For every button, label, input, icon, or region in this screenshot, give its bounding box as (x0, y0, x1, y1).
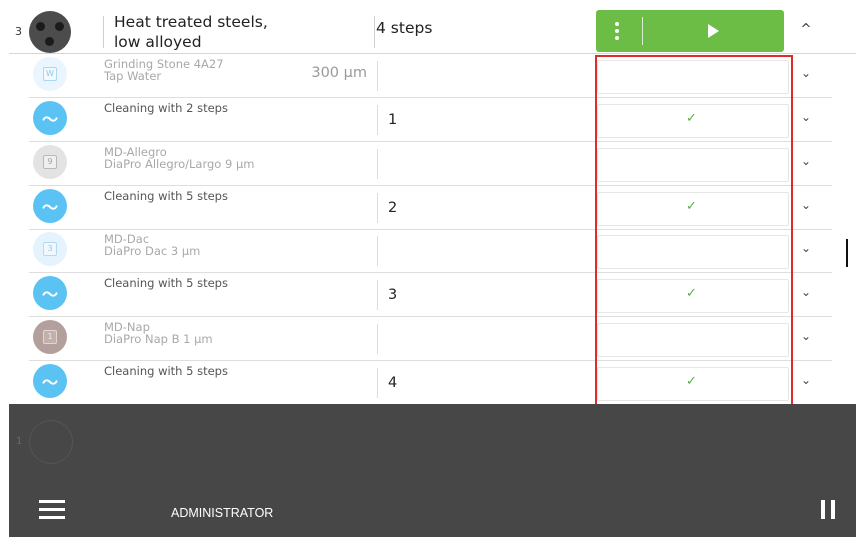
collapse-chevron-up-icon[interactable]: ^ (799, 22, 813, 37)
bottom-bar: 1 ADMINISTRATOR (9, 404, 856, 537)
step-title: Cleaning with 5 steps (104, 276, 228, 290)
disc-icon: 9 (33, 145, 67, 179)
step-row[interactable]: Cleaning with 5 steps 3 ✓ ⌄ (29, 273, 832, 317)
checkmark-icon: ✓ (686, 199, 697, 214)
row-divider (377, 105, 378, 135)
step-status-cell[interactable] (597, 60, 789, 94)
row-divider (377, 61, 378, 91)
step-title: Cleaning with 2 steps (104, 101, 228, 115)
row-divider (377, 368, 378, 398)
step-row[interactable]: 3 MD-Dac DiaPro Dac 3 µm ⌄ (29, 229, 832, 273)
method-header: 3 Heat treated steels, low alloyed 4 ste… (9, 9, 856, 54)
step-title: Cleaning with 5 steps (104, 189, 228, 203)
row-divider (377, 324, 378, 354)
checkmark-icon: ✓ (686, 374, 697, 389)
play-icon (708, 24, 719, 38)
step-count: 4 steps (376, 19, 433, 37)
grit-badge: 1 (43, 330, 57, 344)
step-row[interactable]: Cleaning with 5 steps 4 ✓ ⌄ (29, 361, 832, 405)
step-row[interactable]: 1 MD-Nap DiaPro Nap B 1 µm ⌄ (29, 317, 832, 361)
method-menu-button[interactable] (596, 10, 642, 52)
checkmark-icon: ✓ (686, 286, 697, 301)
step-status-cell[interactable]: ✓ (597, 279, 789, 313)
step-row[interactable]: Cleaning with 2 steps 1 ✓ ⌄ (29, 98, 832, 142)
step-subtitle: DiaPro Dac 3 µm (104, 244, 201, 258)
ghost-holder-icon (29, 420, 73, 464)
method-title-line2: low alloyed (114, 33, 202, 51)
checkmark-icon: ✓ (686, 111, 697, 126)
step-subtitle: DiaPro Nap B 1 µm (104, 332, 213, 346)
ghost-method-number: 1 (16, 436, 23, 447)
grit-badge: 9 (43, 155, 57, 169)
header-divider (374, 16, 375, 48)
method-title-line1: Heat treated steels, (114, 13, 268, 31)
expand-chevron-down-icon[interactable]: ⌄ (799, 329, 813, 343)
wave-icon (33, 101, 67, 135)
header-divider (103, 16, 104, 48)
step-row[interactable]: 9 MD-Allegro DiaPro Allegro/Largo 9 µm ⌄ (29, 142, 832, 186)
wave-icon (33, 276, 67, 310)
expand-chevron-down-icon[interactable]: ⌄ (799, 198, 813, 212)
row-divider (377, 193, 378, 223)
step-row[interactable]: W Grinding Stone 4A27 Tap Water 300 µm ⌄ (29, 54, 832, 98)
expand-chevron-down-icon[interactable]: ⌄ (799, 154, 813, 168)
step-subtitle: DiaPro Allegro/Largo 9 µm (104, 157, 255, 171)
step-row[interactable]: Cleaning with 5 steps 2 ✓ ⌄ (29, 186, 832, 230)
step-status-cell[interactable] (597, 235, 789, 269)
step-subtitle: Tap Water (104, 69, 162, 83)
step-status-cell[interactable]: ✓ (597, 192, 789, 226)
step-number: 1 (388, 112, 398, 128)
step-number: 3 (388, 287, 398, 303)
hamburger-menu-icon[interactable] (39, 500, 65, 519)
wave-icon (33, 189, 67, 223)
expand-chevron-down-icon[interactable]: ⌄ (799, 285, 813, 299)
wave-icon (33, 364, 67, 398)
grit-badge: W (43, 67, 57, 81)
disc-icon: 3 (33, 232, 67, 266)
disc-icon: 1 (33, 320, 67, 354)
user-label: ADMINISTRATOR (171, 506, 274, 520)
method-number: 3 (15, 25, 22, 38)
grit-badge: 3 (43, 242, 57, 256)
water-disc-icon: W (33, 57, 67, 91)
step-status-cell[interactable]: ✓ (597, 104, 789, 138)
removal-amount: 300 µm (311, 65, 367, 81)
expand-chevron-down-icon[interactable]: ⌄ (799, 66, 813, 80)
step-list: WGrinding Stone 4A27Tap Water300 µm⌄Clea… (9, 54, 856, 405)
step-status-cell[interactable]: ✓ (597, 367, 789, 401)
specimen-holder-icon (29, 11, 71, 53)
row-divider (377, 280, 378, 310)
scroll-indicator[interactable] (846, 239, 848, 267)
step-status-cell[interactable] (597, 148, 789, 182)
expand-chevron-down-icon[interactable]: ⌄ (799, 373, 813, 387)
pause-icon[interactable] (821, 500, 835, 519)
step-title: Cleaning with 5 steps (104, 364, 228, 378)
row-divider (377, 149, 378, 179)
more-vertical-icon (615, 22, 619, 43)
row-divider (377, 236, 378, 266)
expand-chevron-down-icon[interactable]: ⌄ (799, 110, 813, 124)
expand-chevron-down-icon[interactable]: ⌄ (799, 241, 813, 255)
start-button[interactable] (643, 10, 784, 52)
method-title: Heat treated steels, low alloyed (114, 12, 354, 52)
step-status-cell[interactable] (597, 323, 789, 357)
step-number: 4 (388, 375, 398, 391)
step-number: 2 (388, 200, 398, 216)
run-method-button (596, 10, 784, 52)
